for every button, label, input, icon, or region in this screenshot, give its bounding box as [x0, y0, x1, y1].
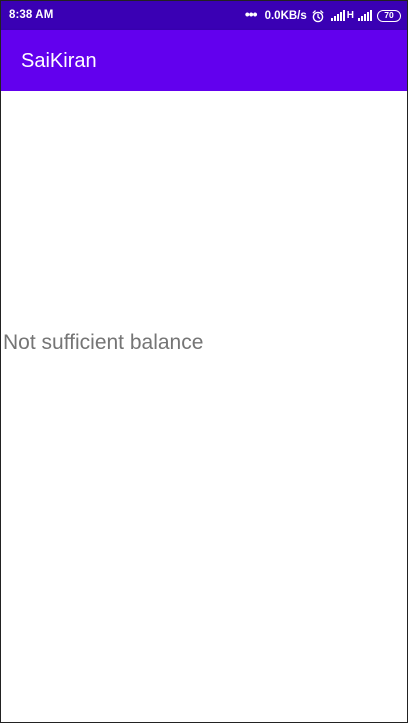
battery-level: 70 — [384, 10, 394, 21]
content-area: Not sufficient balance — [1, 91, 407, 722]
balance-message: Not sufficient balance — [3, 331, 204, 354]
signal-icon — [330, 10, 346, 21]
app-title: SaiKiran — [21, 50, 97, 72]
alarm-icon — [311, 9, 325, 23]
signal-icon — [358, 10, 373, 21]
network-type: H — [346, 10, 354, 21]
more-notifications-icon: ••• — [244, 5, 258, 22]
battery-icon: 70 — [377, 9, 401, 22]
network-speed: 0.0KB/s — [264, 9, 307, 22]
app-bar: SaiKiran — [1, 30, 407, 91]
status-icons: ••• 0.0KB/s H 70 — [245, 7, 401, 24]
status-bar: 8:38 AM ••• 0.0KB/s H 70 — [1, 1, 407, 30]
phone-screen: 8:38 AM ••• 0.0KB/s H 70 SaiKiran Not su… — [0, 0, 408, 723]
status-time: 8:38 AM — [9, 9, 54, 21]
